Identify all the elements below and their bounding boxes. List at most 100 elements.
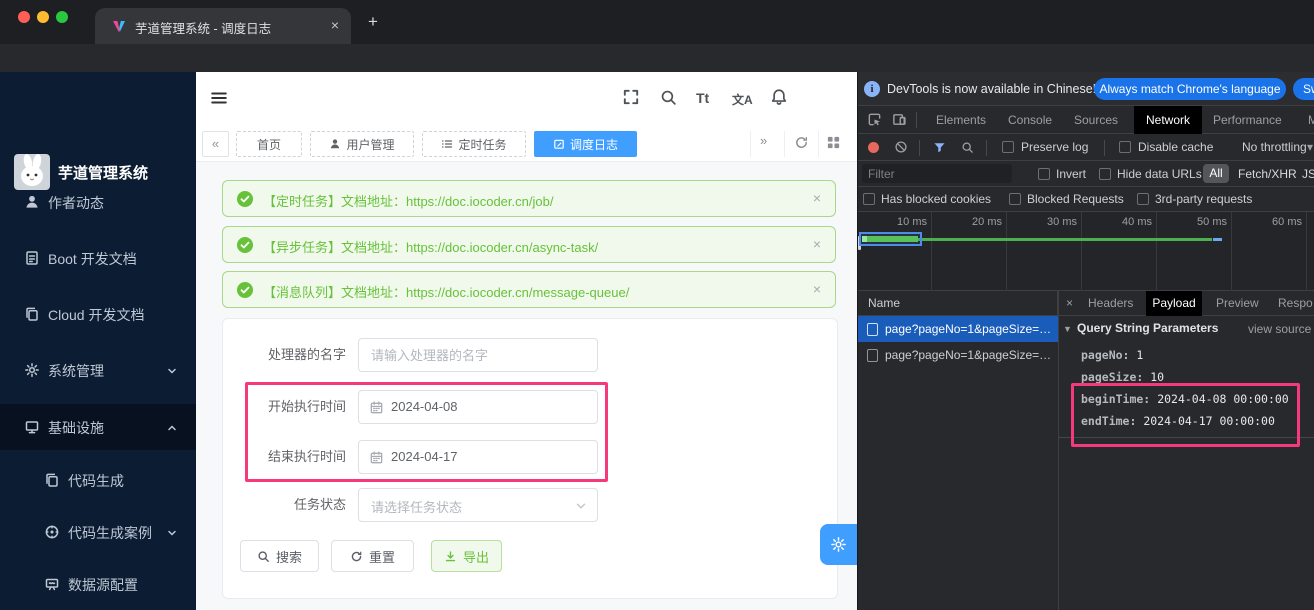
devtools-tab-more[interactable]: M <box>1308 106 1314 134</box>
request-row-selected[interactable]: page?pageNo=1&pageSize=… <box>858 316 1058 342</box>
disable-cache-label[interactable]: Disable cache <box>1138 140 1213 154</box>
detail-tab-response[interactable]: Respo <box>1278 291 1313 316</box>
preserve-log-checkbox[interactable] <box>1002 141 1014 153</box>
sidebar-item-codegen-demo[interactable]: 代码生成案例 <box>0 509 196 555</box>
detail-tab-headers[interactable]: Headers <box>1088 291 1133 316</box>
hide-data-urls-checkbox[interactable] <box>1099 168 1111 180</box>
sidebar-item-datasource[interactable]: 数据源配置 <box>0 561 196 607</box>
search-button[interactable]: 搜索 <box>240 540 319 572</box>
blocked-requests-checkbox[interactable] <box>1009 193 1021 205</box>
menu-fold-icon[interactable] <box>210 89 228 107</box>
tick-label: 10 ms <box>897 216 927 228</box>
view-tab-users[interactable]: 用户管理 <box>310 131 414 157</box>
filter-js[interactable]: JS <box>1302 167 1314 181</box>
sidebar-item-system[interactable]: 系统管理 <box>0 347 196 393</box>
detail-tab-preview[interactable]: Preview <box>1216 291 1259 316</box>
user-icon <box>329 138 341 150</box>
throttling-select[interactable]: No throttling <box>1242 140 1307 154</box>
view-source-link[interactable]: view source <box>1248 322 1311 336</box>
pane-divider[interactable] <box>1058 291 1059 610</box>
detail-tab-payload[interactable]: Payload <box>1146 291 1202 316</box>
tick-label: 60 ms <box>1272 216 1302 228</box>
job-status-select[interactable]: 请选择任务状态 <box>358 488 598 522</box>
triangle-down-icon[interactable]: ▼ <box>1063 324 1072 334</box>
bell-icon[interactable] <box>770 88 788 106</box>
search-icon[interactable] <box>660 89 677 106</box>
refresh-view-icon[interactable] <box>794 135 809 150</box>
name-column-header[interactable]: Name <box>868 296 900 310</box>
gear-icon <box>24 362 40 378</box>
blocked-cookies-label[interactable]: Has blocked cookies <box>881 192 991 206</box>
divider <box>919 140 920 156</box>
close-icon[interactable]: × <box>813 281 821 297</box>
blocked-cookies-checkbox[interactable] <box>863 193 875 205</box>
switch-language-button[interactable]: Swi <box>1293 78 1314 100</box>
tabs-scroll-left[interactable]: « <box>202 131 229 157</box>
devtools-tab-network[interactable]: Network <box>1134 106 1202 134</box>
browser-tab[interactable]: 芋道管理系统 - 调度日志 × <box>95 8 351 44</box>
search-icon[interactable] <box>961 141 974 154</box>
match-language-button[interactable]: Always match Chrome's language <box>1094 78 1286 100</box>
third-party-label[interactable]: 3rd-party requests <box>1155 192 1252 206</box>
filter-fetch-xhr[interactable]: Fetch/XHR <box>1238 167 1297 181</box>
devtools-panel: i DevTools is now available in Chinese! … <box>857 72 1314 610</box>
view-tab-job-log[interactable]: 调度日志 <box>534 131 637 157</box>
divider <box>750 131 751 157</box>
filter-funnel-icon[interactable] <box>933 141 946 154</box>
network-filter-input[interactable] <box>862 164 1012 183</box>
handler-name-input[interactable] <box>358 338 598 372</box>
devtools-tab-console[interactable]: Console <box>1008 106 1052 134</box>
chevron-down-icon <box>166 527 178 539</box>
disable-cache-checkbox[interactable] <box>1119 141 1131 153</box>
waterfall-bar-blue <box>1213 238 1222 241</box>
devtools-tab-elements[interactable]: Elements <box>936 106 986 134</box>
detail-close[interactable]: × <box>1066 291 1073 316</box>
blocked-requests-label[interactable]: Blocked Requests <box>1027 192 1124 206</box>
translate-icon[interactable]: 文A <box>732 91 753 108</box>
devtools-tab-performance[interactable]: Performance <box>1213 106 1282 134</box>
traffic-light-minimize[interactable] <box>37 11 49 23</box>
clear-icon[interactable] <box>894 140 908 154</box>
sidebar-item-cloud-doc[interactable]: Cloud 开发文档 <box>0 291 196 337</box>
preserve-log-label[interactable]: Preserve log <box>1021 140 1088 154</box>
traffic-light-zoom[interactable] <box>56 11 68 23</box>
devtools-tab-sources[interactable]: Sources <box>1074 106 1118 134</box>
overview-selection[interactable] <box>859 232 922 246</box>
traffic-light-close[interactable] <box>18 11 30 23</box>
monitor-icon <box>24 419 40 435</box>
list-icon <box>441 138 453 150</box>
reset-button[interactable]: 重置 <box>331 540 414 572</box>
network-timeline[interactable]: 10 ms 20 ms 30 ms 40 ms 50 ms 60 ms <box>858 212 1314 291</box>
view-tab-cron-jobs[interactable]: 定时任务 <box>422 131 526 157</box>
tabs-scroll-right[interactable]: » <box>760 133 767 148</box>
inspect-icon[interactable] <box>867 112 882 127</box>
third-party-checkbox[interactable] <box>1137 193 1149 205</box>
sidebar-item-boot-doc[interactable]: Boot 开发文档 <box>0 235 196 281</box>
chevron-up-icon <box>166 422 178 434</box>
sidebar-item-codegen[interactable]: 代码生成 <box>0 457 196 503</box>
gridline <box>1306 212 1307 291</box>
export-button[interactable]: 导出 <box>431 540 502 572</box>
fullscreen-icon[interactable] <box>622 88 640 106</box>
record-icon[interactable] <box>868 142 879 153</box>
close-icon[interactable]: × <box>813 236 821 252</box>
invert-checkbox[interactable] <box>1038 168 1050 180</box>
sidebar-item-author[interactable]: 作者动态 <box>0 179 196 225</box>
tab-close-icon[interactable]: × <box>331 17 339 33</box>
hide-data-urls-label[interactable]: Hide data URLs <box>1117 167 1202 181</box>
devtools-tab-bar: Elements Console Sources Network Perform… <box>858 106 1314 134</box>
view-tab-home[interactable]: 首页 <box>236 131 302 157</box>
favicon-icon <box>111 18 127 34</box>
settings-fab[interactable] <box>820 524 857 565</box>
filter-all-pill[interactable]: All <box>1203 164 1229 183</box>
layout-grid-icon[interactable] <box>826 135 841 150</box>
new-tab-button[interactable]: + <box>368 12 378 32</box>
invert-label[interactable]: Invert <box>1056 167 1086 181</box>
font-size-icon[interactable]: Tt <box>696 90 709 106</box>
alert-mq-doc: 【消息队列】文档地址：https://doc.iocoder.cn/messag… <box>222 271 836 308</box>
request-row[interactable]: page?pageNo=1&pageSize=… <box>858 342 1058 368</box>
query-params-section-title[interactable]: Query String Parameters <box>1077 321 1218 335</box>
close-icon[interactable]: × <box>813 190 821 206</box>
device-toolbar-icon[interactable] <box>892 112 907 127</box>
sidebar-item-infra[interactable]: 基础设施 <box>0 404 196 450</box>
